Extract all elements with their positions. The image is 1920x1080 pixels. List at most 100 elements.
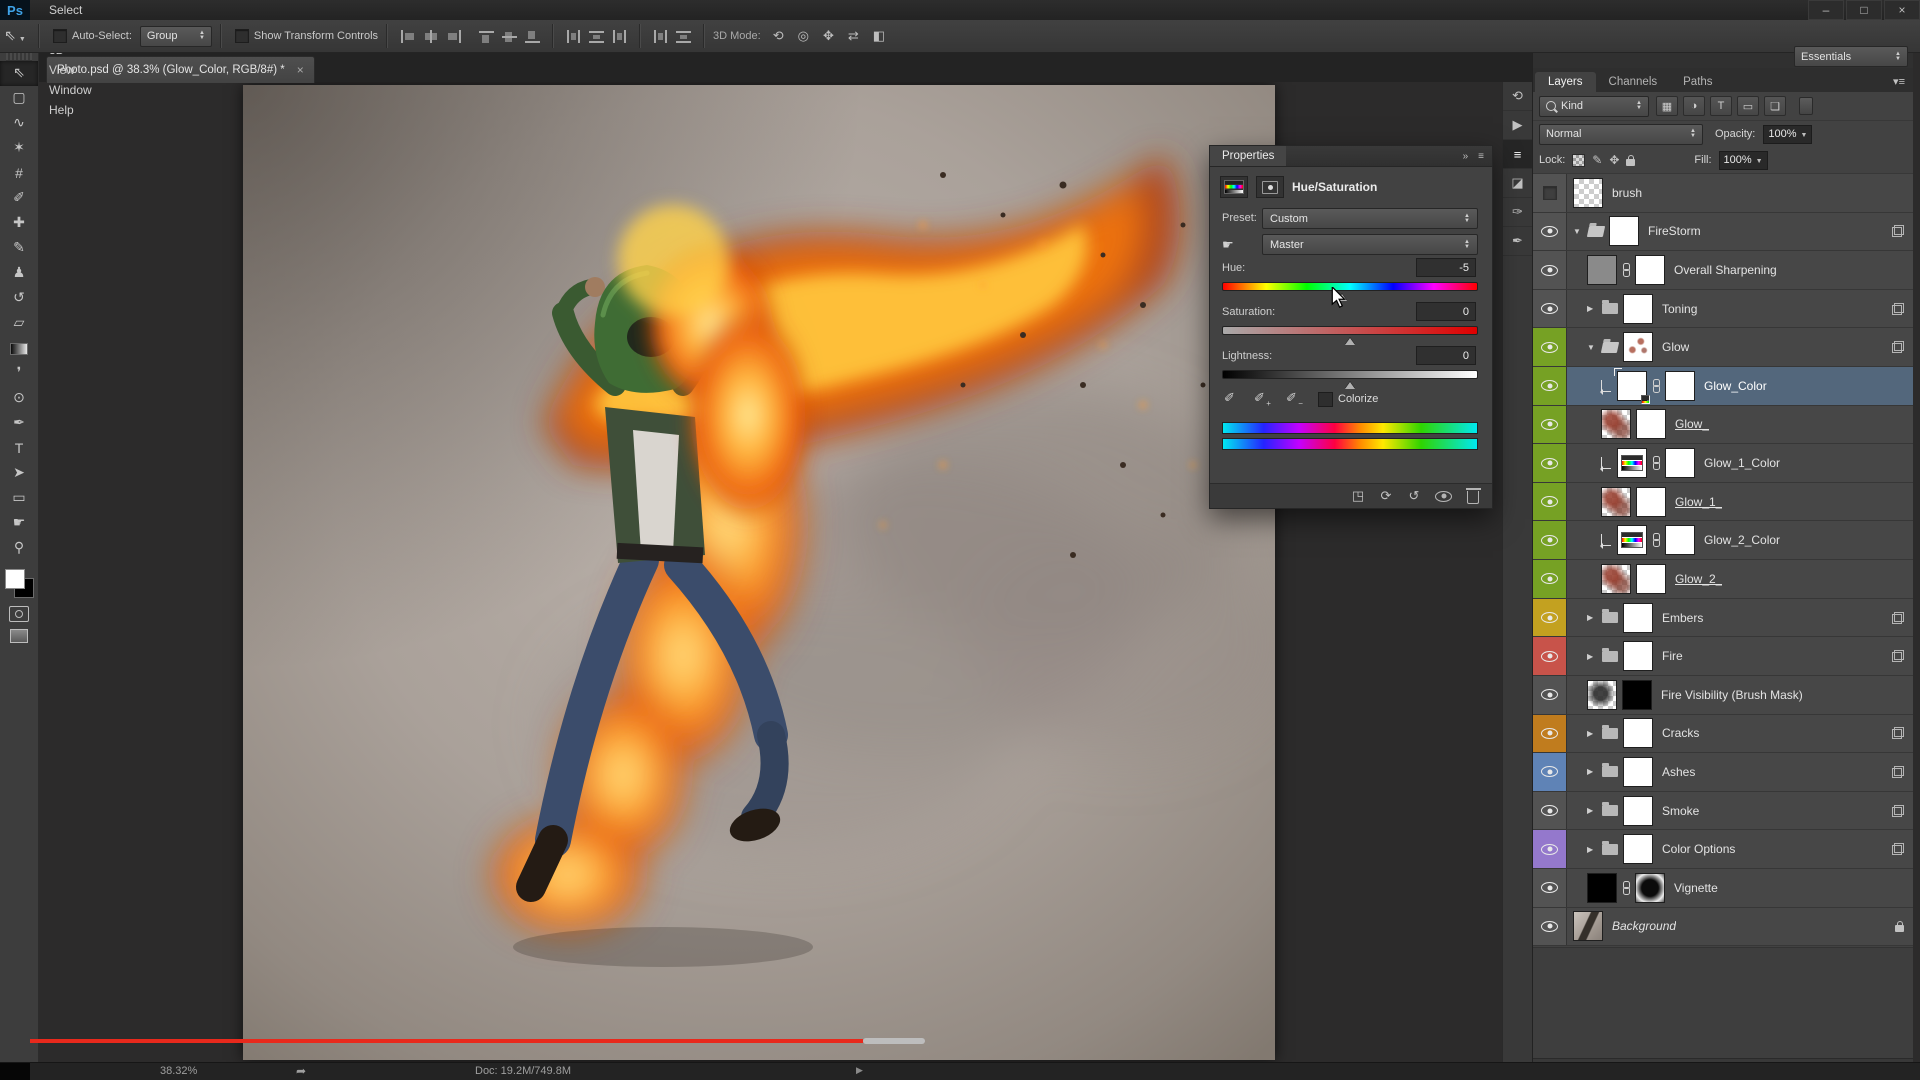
channel-dropdown[interactable]: Master (1262, 234, 1478, 255)
layer-row-glow[interactable]: ▼Glow (1533, 328, 1913, 367)
layer-mask-thumbnail[interactable] (1635, 255, 1665, 285)
layer-name[interactable]: Embers (1658, 611, 1703, 625)
layer-thumbnail[interactable] (1573, 911, 1603, 941)
filter-type-icon[interactable]: T (1710, 96, 1732, 116)
current-tool-icon[interactable]: ⇖ (0, 24, 30, 49)
layer-thumbnail[interactable] (1587, 255, 1617, 285)
saturation-slider-thumb[interactable] (1345, 333, 1355, 345)
layer-row-vignette[interactable]: Vignette (1533, 869, 1913, 908)
screen-mode-button[interactable] (0, 625, 38, 647)
layer-thumbnail[interactable] (1601, 564, 1631, 594)
filter-smart-object-icon[interactable]: ❏ (1764, 96, 1786, 116)
layer-name[interactable]: Overall Sharpening (1670, 263, 1777, 277)
visibility-toggle[interactable] (1533, 444, 1567, 482)
layer-row-firestorm[interactable]: ▼FireStorm (1533, 213, 1913, 252)
status-options-arrow[interactable]: ▶ (856, 1065, 863, 1076)
targeted-adjustment-icon[interactable]: ☛ (1222, 237, 1234, 253)
reset-button[interactable]: ↺ (1407, 488, 1421, 504)
layer-name[interactable]: Glow_1_Color (1700, 456, 1780, 470)
align-center-icon[interactable] (422, 29, 439, 44)
layer-name[interactable]: Glow_2_Color (1700, 533, 1780, 547)
filter-kind-dropdown[interactable]: Kind (1539, 96, 1649, 117)
layer-row-cracks[interactable]: ▶Cracks (1533, 715, 1913, 754)
marquee-tool[interactable]: ▢ (0, 86, 38, 111)
layer-thumbnail[interactable] (1623, 718, 1653, 748)
lock-pixels-icon[interactable]: ✎ (1592, 153, 1602, 167)
filter-pixel-icon[interactable]: ▦ (1656, 96, 1678, 116)
layer-thumbnail[interactable] (1587, 873, 1617, 903)
3d-roll-icon[interactable]: ◎ (798, 28, 809, 44)
expander-icon[interactable]: ▶ (1587, 767, 1597, 776)
eyedropper-add-icon[interactable]: ✐+ (1254, 390, 1265, 406)
visibility-toggle[interactable] (1533, 830, 1567, 868)
panel-menu-icon[interactable]: ≡ (1478, 151, 1484, 162)
layer-name[interactable]: Glow_Color (1700, 379, 1767, 393)
layer-name[interactable]: Fire (1658, 649, 1683, 663)
layer-row-glow-2-color[interactable]: Glow_2_Color (1533, 521, 1913, 560)
preset-dropdown[interactable]: Custom (1262, 208, 1478, 229)
layer-row-color-options[interactable]: ▶Color Options (1533, 830, 1913, 869)
align-bottom-icon[interactable] (524, 29, 541, 44)
expander-icon[interactable]: ▶ (1587, 806, 1597, 815)
type-tool[interactable]: T (0, 436, 38, 461)
properties-panel-button[interactable]: ≡ (1503, 140, 1532, 169)
menu-help[interactable]: Help (38, 100, 103, 120)
layer-row-fire[interactable]: ▶Fire (1533, 637, 1913, 676)
eyedropper-sample-icon[interactable]: ✐ (1224, 390, 1235, 406)
layer-thumbnail[interactable] (1617, 525, 1647, 555)
panel-menu-icon[interactable]: ▾≡ (1893, 75, 1905, 88)
magic-wand-tool[interactable]: ✶ (0, 136, 38, 161)
align-middle-icon[interactable] (501, 29, 518, 44)
expander-icon[interactable]: ▼ (1587, 343, 1597, 352)
lock-all-icon[interactable] (1626, 159, 1635, 166)
layer-name[interactable]: Glow_1_ (1671, 495, 1722, 509)
layer-name[interactable]: Smoke (1658, 804, 1699, 818)
layer-thumbnail[interactable] (1623, 603, 1653, 633)
workspace-switcher[interactable]: Essentials (1794, 46, 1908, 67)
visibility-toggle[interactable] (1533, 483, 1567, 521)
opacity-value[interactable]: 100% (1763, 125, 1812, 144)
layer-row-smoke[interactable]: ▶ Smoke (1533, 792, 1913, 831)
lock-position-icon[interactable]: ✥ (1609, 153, 1619, 167)
layer-thumbnail[interactable] (1601, 487, 1631, 517)
layer-name[interactable]: Cracks (1658, 726, 1699, 740)
collapse-panel-icon[interactable]: » (1463, 151, 1469, 162)
layer-thumbnail[interactable] (1623, 834, 1653, 864)
auto-align-vertical-icon[interactable] (675, 29, 692, 44)
tab-paths[interactable]: Paths (1670, 72, 1725, 92)
layer-mask-thumbnail[interactable] (1636, 409, 1666, 439)
filter-adjustment-icon[interactable]: ◑ (1683, 96, 1705, 116)
saturation-value[interactable]: 0 (1416, 302, 1476, 321)
3d-slide-icon[interactable]: ⇄ (848, 28, 859, 44)
delete-adjustment-button[interactable] (1466, 488, 1480, 504)
align-right-icon[interactable] (445, 29, 462, 44)
layer-row-overall-sharpening[interactable]: Overall Sharpening (1533, 251, 1913, 290)
layer-row-glow[interactable]: Glow_ (1533, 406, 1913, 445)
layer-thumbnail[interactable] (1617, 371, 1647, 401)
layer-thumbnail[interactable] (1617, 448, 1647, 478)
layer-thumbnail[interactable] (1623, 294, 1653, 324)
tab-close-icon[interactable]: × (297, 63, 304, 77)
hue-slider-thumb[interactable] (1337, 289, 1347, 301)
saturation-slider[interactable] (1222, 326, 1478, 335)
expander-icon[interactable]: ▶ (1587, 845, 1597, 854)
tab-layers[interactable]: Layers (1535, 72, 1596, 92)
visibility-toggle[interactable] (1533, 715, 1567, 753)
history-brush-tool[interactable]: ↺ (0, 286, 38, 311)
visibility-toggle[interactable] (1533, 367, 1567, 405)
layer-row-glow-color[interactable]: Glow_Color (1533, 367, 1913, 406)
lock-transparency-icon[interactable] (1572, 154, 1585, 167)
video-progress-handle[interactable] (863, 1038, 925, 1044)
toolbar-grip[interactable] (6, 52, 32, 61)
filter-toggle[interactable] (1799, 97, 1813, 115)
zoom-tool[interactable]: ⚲ (0, 536, 38, 561)
layer-row-brush[interactable]: brush (1533, 174, 1913, 213)
layer-thumbnail[interactable] (1623, 332, 1653, 362)
visibility-toggle[interactable] (1533, 599, 1567, 637)
layer-thumbnail[interactable] (1601, 409, 1631, 439)
visibility-toggle[interactable] (1533, 753, 1567, 791)
layer-name[interactable]: FireStorm (1644, 224, 1701, 238)
layer-thumbnail[interactable] (1573, 178, 1603, 208)
hue-slider[interactable] (1222, 282, 1478, 291)
layer-thumbnail[interactable] (1609, 216, 1639, 246)
